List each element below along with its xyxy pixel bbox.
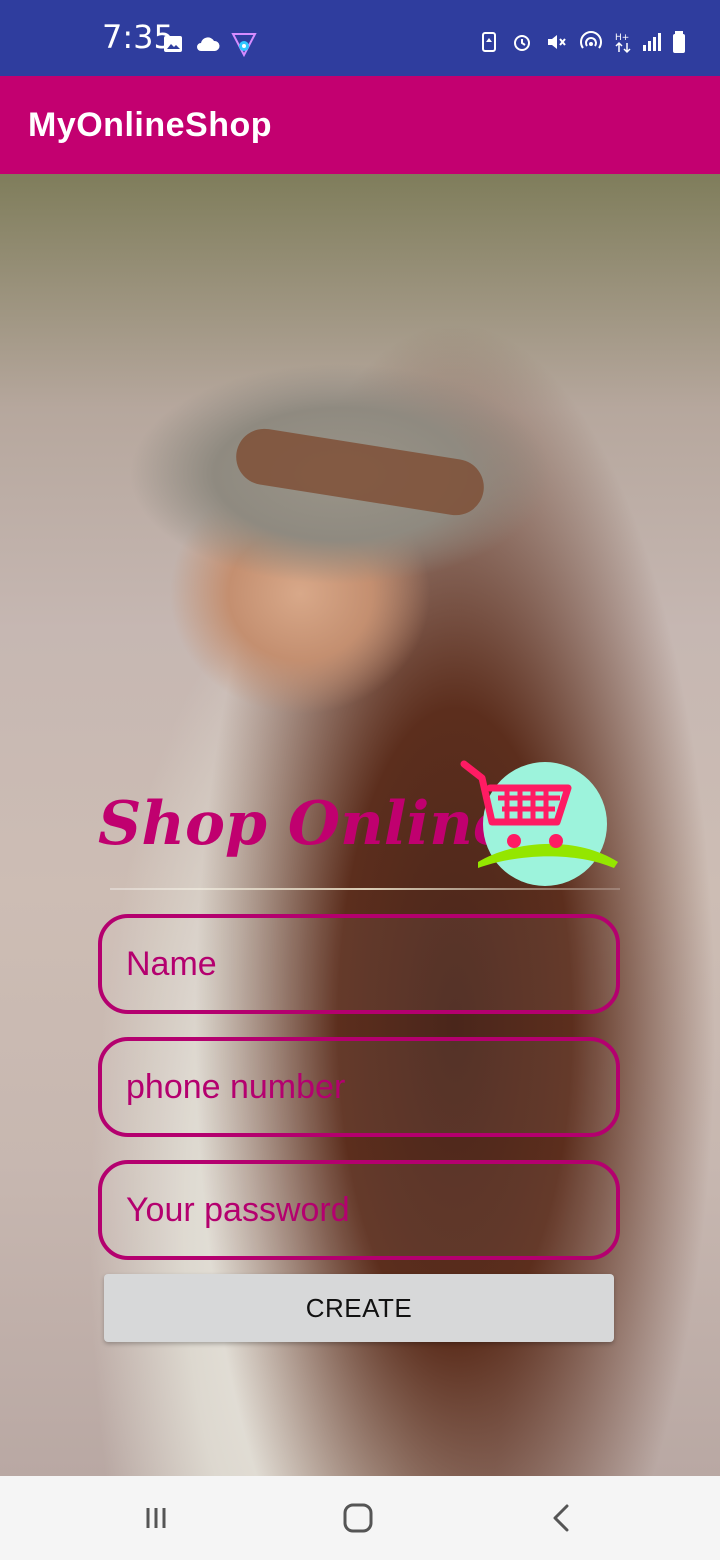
shopping-cart-icon (460, 760, 618, 886)
status-right-icons: H+ (478, 30, 686, 54)
battery-saver-icon (482, 32, 496, 52)
recent-apps-icon (146, 1508, 166, 1528)
hotspot-icon (580, 31, 602, 49)
name-input[interactable] (102, 918, 616, 1010)
cloud-icon (197, 37, 220, 51)
signal-icon (643, 33, 661, 51)
recent-apps-button[interactable] (138, 1498, 174, 1538)
status-left-icons (162, 30, 258, 58)
app-bar: MyOnlineShop (0, 76, 720, 174)
navigation-bar (0, 1476, 720, 1560)
svg-text:H+: H+ (615, 33, 629, 43)
back-icon (553, 1504, 569, 1532)
status-bar: 7:35 H+ (0, 0, 720, 76)
hero-divider (110, 888, 620, 890)
main-content: Shop Online CREATE (0, 174, 720, 1476)
hero-title: Shop Online (98, 789, 512, 859)
name-field[interactable] (98, 914, 620, 1014)
phone-number-input[interactable] (102, 1041, 616, 1133)
home-button[interactable] (340, 1498, 376, 1538)
app-notification-icon (231, 33, 257, 58)
phone-field[interactable] (98, 1037, 620, 1137)
home-icon (343, 1503, 373, 1533)
password-input[interactable] (102, 1164, 616, 1256)
hplus-data-icon: H+ (615, 33, 631, 54)
hat-band (232, 424, 488, 520)
image-icon (164, 36, 182, 52)
mute-icon (548, 35, 566, 49)
battery-icon (673, 31, 685, 53)
back-button[interactable] (544, 1498, 580, 1538)
alarm-icon (514, 35, 530, 51)
app-title: MyOnlineShop (28, 106, 272, 144)
password-field[interactable] (98, 1160, 620, 1260)
create-button[interactable]: CREATE (104, 1274, 614, 1342)
